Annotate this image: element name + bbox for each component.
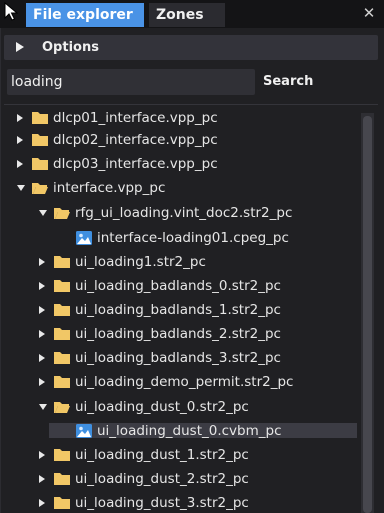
folder-icon xyxy=(53,374,71,390)
tab-zones[interactable]: Zones xyxy=(149,3,225,27)
search-input[interactable] xyxy=(7,69,255,95)
tree-folder-row[interactable]: ui_loading_demo_permit.str2_pc xyxy=(0,372,360,392)
folder-icon xyxy=(53,471,71,487)
tree-folder-row[interactable]: dlcp01_interface.vpp_pc xyxy=(0,108,360,128)
tree-folder-row[interactable]: ui_loading_dust_3.str2_pc xyxy=(0,493,360,513)
expand-arrow-icon[interactable] xyxy=(17,114,23,122)
tree-item-label: ui_loading1.str2_pc xyxy=(75,254,206,270)
tab-file-explorer[interactable]: File explorer xyxy=(26,3,144,27)
folder-icon xyxy=(53,326,71,342)
tree-folder-row[interactable]: ui_loading_badlands_0.str2_pc xyxy=(0,276,360,296)
expand-arrow-icon[interactable] xyxy=(17,136,23,144)
tree-item-label: ui_loading_dust_0.cvbm_pc xyxy=(97,423,282,439)
mouse-cursor-icon xyxy=(4,2,19,21)
tree-item-label: ui_loading_dust_3.str2_pc xyxy=(75,495,249,511)
tree-item-label: ui_loading_badlands_3.str2_pc xyxy=(75,350,281,366)
options-label: Options xyxy=(42,40,99,55)
tree-item-label: ui_loading_dust_1.str2_pc xyxy=(75,447,249,463)
open-folder-icon xyxy=(53,399,71,415)
folder-icon xyxy=(31,110,49,126)
tree-folder-row[interactable]: rfg_ui_loading.vint_doc2.str2_pc xyxy=(0,203,360,223)
expand-arrow-icon[interactable] xyxy=(39,306,45,314)
folder-icon xyxy=(53,278,71,294)
tree-file-row[interactable]: interface-loading01.cpeg_pc xyxy=(0,228,360,248)
open-folder-icon xyxy=(31,180,49,196)
folder-icon xyxy=(53,495,71,511)
image-file-icon xyxy=(75,423,93,439)
tree-folder-row[interactable]: ui_loading1.str2_pc xyxy=(0,252,360,272)
tree-file-row[interactable]: ui_loading_dust_0.cvbm_pc xyxy=(0,421,360,441)
tree-folder-row[interactable]: dlcp02_interface.vpp_pc xyxy=(0,130,360,150)
scrollbar-thumb[interactable] xyxy=(363,116,372,513)
expand-arrow-icon[interactable] xyxy=(39,330,45,338)
folder-icon xyxy=(53,254,71,270)
tree-folder-row[interactable]: ui_loading_badlands_3.str2_pc xyxy=(0,348,360,368)
tree-folder-row[interactable]: ui_loading_dust_0.str2_pc xyxy=(0,397,360,417)
expand-arrow-icon[interactable] xyxy=(39,499,45,507)
folder-icon xyxy=(53,350,71,366)
expand-triangle-icon xyxy=(16,42,24,52)
folder-icon xyxy=(31,156,49,172)
tab-bar: File explorer Zones ✕ xyxy=(0,0,384,28)
tree-folder-row[interactable]: dlcp03_interface.vpp_pc xyxy=(0,154,360,174)
collapse-arrow-icon[interactable] xyxy=(39,210,47,216)
collapse-arrow-icon[interactable] xyxy=(39,404,47,410)
tree-item-label: interface-loading01.cpeg_pc xyxy=(97,230,289,246)
tree-folder-row[interactable]: ui_loading_badlands_2.str2_pc xyxy=(0,324,360,344)
expand-arrow-icon[interactable] xyxy=(17,160,23,168)
tree-item-label: ui_loading_dust_2.str2_pc xyxy=(75,471,249,487)
expand-arrow-icon[interactable] xyxy=(39,378,45,386)
tree-folder-row[interactable]: interface.vpp_pc xyxy=(0,178,360,198)
options-header[interactable]: Options xyxy=(4,35,378,60)
tree-item-label: dlcp03_interface.vpp_pc xyxy=(53,156,218,172)
close-icon[interactable]: ✕ xyxy=(360,4,378,22)
collapse-arrow-icon[interactable] xyxy=(17,185,25,191)
tree-item-label: dlcp02_interface.vpp_pc xyxy=(53,132,218,148)
expand-arrow-icon[interactable] xyxy=(39,354,45,362)
folder-icon xyxy=(31,132,49,148)
folder-icon xyxy=(53,447,71,463)
search-button[interactable]: Search xyxy=(263,69,323,95)
expand-arrow-icon[interactable] xyxy=(39,475,45,483)
open-folder-icon xyxy=(53,205,71,221)
expand-arrow-icon[interactable] xyxy=(39,258,45,266)
tree-folder-row[interactable]: ui_loading_dust_1.str2_pc xyxy=(0,445,360,465)
tree-item-label: ui_loading_badlands_1.str2_pc xyxy=(75,302,281,318)
image-file-icon xyxy=(75,230,93,246)
expand-arrow-icon[interactable] xyxy=(39,451,45,459)
expand-arrow-icon[interactable] xyxy=(39,282,45,290)
folder-icon xyxy=(53,302,71,318)
tree-item-label: ui_loading_badlands_0.str2_pc xyxy=(75,278,281,294)
tree-item-label: ui_loading_dust_0.str2_pc xyxy=(75,399,249,415)
tree-item-label: interface.vpp_pc xyxy=(53,180,166,196)
tree-folder-row[interactable]: ui_loading_badlands_1.str2_pc xyxy=(0,300,360,320)
tree-item-label: ui_loading_demo_permit.str2_pc xyxy=(75,374,294,390)
tree-folder-row[interactable]: ui_loading_dust_2.str2_pc xyxy=(0,469,360,489)
tree-item-label: rfg_ui_loading.vint_doc2.str2_pc xyxy=(75,205,293,221)
tree-item-label: dlcp01_interface.vpp_pc xyxy=(53,110,218,126)
tree-item-label: ui_loading_badlands_2.str2_pc xyxy=(75,326,281,342)
